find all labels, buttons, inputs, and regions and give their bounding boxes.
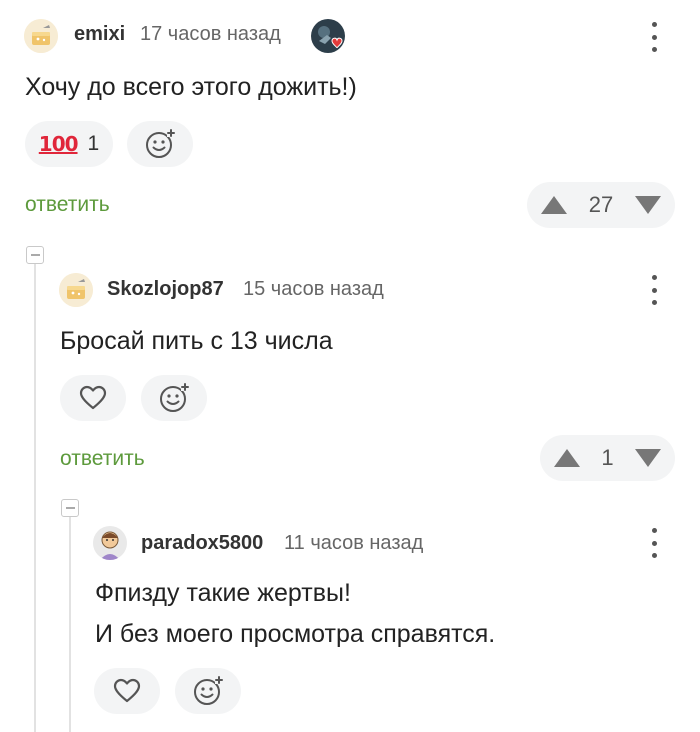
avatar[interactable] (93, 526, 127, 560)
heart-icon (79, 385, 107, 410)
reaction-count: 1 (87, 132, 100, 155)
minus-icon (30, 254, 40, 256)
add-reaction-button[interactable] (127, 121, 193, 167)
avatar[interactable] (59, 273, 93, 307)
comment-timestamp: 11 часов назад (284, 532, 424, 554)
comment-text-line: И без моего просмотра справятся. (95, 620, 496, 648)
reply-link[interactable]: ответить (60, 447, 145, 471)
comment-username[interactable]: emixi (74, 23, 125, 46)
triangle-up-icon[interactable] (552, 447, 582, 469)
triangle-down-icon[interactable] (633, 447, 663, 469)
comment-text: Хочу до всего этого дожить!) (25, 73, 357, 101)
more-vertical-icon[interactable] (649, 275, 659, 305)
comment-timestamp: 17 часов назад (140, 23, 281, 45)
hundred-emoji: 100 (38, 132, 79, 156)
more-vertical-icon[interactable] (649, 528, 659, 558)
add-reaction-button[interactable] (141, 375, 207, 421)
add-emoji-icon (160, 383, 189, 412)
add-emoji-icon (194, 676, 223, 705)
vote-box: 1 (540, 435, 675, 481)
add-reaction-button[interactable] (175, 668, 241, 714)
triangle-up-icon[interactable] (539, 194, 569, 216)
comment-timestamp: 15 часов назад (243, 278, 384, 300)
triangle-down-icon[interactable] (633, 194, 663, 216)
thread-line-level1 (34, 262, 36, 732)
collapse-thread-button[interactable] (61, 499, 79, 517)
rating-count: 27 (588, 192, 614, 217)
comment-text-line: Фпизду такие жертвы! (95, 579, 351, 607)
like-button[interactable] (94, 668, 160, 714)
comment-username[interactable]: Skozlojop87 (107, 278, 224, 301)
comment-text: Бросай пить с 13 числа (60, 327, 333, 355)
more-vertical-icon[interactable] (649, 22, 659, 52)
reply-link[interactable]: ответить (25, 193, 110, 217)
heart-badge-icon (311, 19, 345, 53)
thread-line-level2 (69, 516, 71, 732)
heart-icon (113, 678, 141, 703)
collapse-thread-button[interactable] (26, 246, 44, 264)
reaction-hundred-button[interactable]: 100 1 (25, 121, 113, 167)
avatar[interactable] (24, 19, 58, 53)
like-button[interactable] (60, 375, 126, 421)
minus-icon (65, 507, 75, 509)
add-emoji-icon (146, 129, 175, 158)
vote-box: 27 (527, 182, 675, 228)
rating-count: 1 (601, 445, 614, 470)
comment-username[interactable]: paradox5800 (141, 532, 263, 555)
